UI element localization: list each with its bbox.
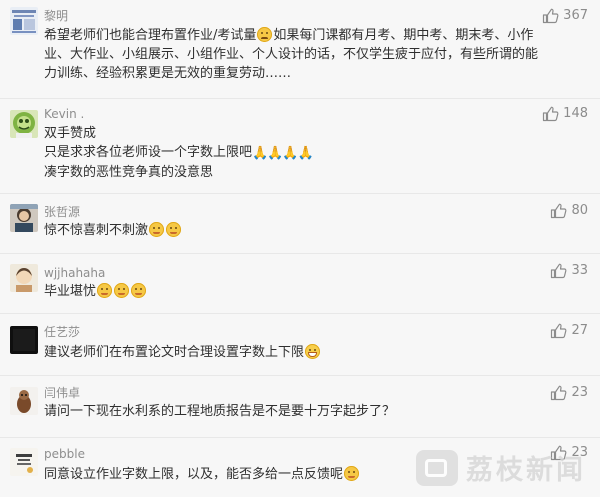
commenter-name[interactable]: pebble <box>44 447 85 461</box>
comment-line: 力训练、经验积累更是无效的重复劳动…… <box>44 66 292 81</box>
comment-item: 黎明 367 希望老师们也能合理布置作业/考试量 如果每门课都有月考、期中考、期末… <box>0 0 600 102</box>
comment-line: 双手赞成 <box>44 126 97 141</box>
thumbs-up-icon <box>551 323 567 339</box>
like-button[interactable]: 33 <box>550 263 588 279</box>
comment-line: 只是求求各位老师设一个字数上限吧🙏🙏🙏🙏 <box>44 145 314 161</box>
like-button[interactable]: 23 <box>550 385 588 401</box>
like-button[interactable]: 367 <box>542 8 588 24</box>
sad-face-icon <box>257 27 273 42</box>
comment-text: 双手赞成 只是求求各位老师设一个字数上限吧🙏🙏🙏🙏 凑字数的恶性竞争真的没意思 <box>44 124 592 182</box>
comment-text: 惊不惊喜刺不刺激 <box>44 221 592 240</box>
thumbs-up-icon <box>543 8 559 24</box>
avatar[interactable] <box>10 387 38 415</box>
grin-face-icon <box>166 222 182 237</box>
comment-line: 凑字数的恶性竞争真的没意思 <box>44 165 214 180</box>
like-count: 80 <box>571 203 588 218</box>
thumbs-up-icon <box>543 106 559 122</box>
commenter-name[interactable]: wjjhahaha <box>44 266 105 280</box>
comment-text: 希望老师们也能合理布置作业/考试量 如果每门课都有月考、期中考、期末考、小作 业、… <box>44 26 592 83</box>
comment-item: 闫伟卓 23 请问一下现在水利系的工程地质报告是不是要十万字起步了？ <box>0 377 600 437</box>
avatar[interactable] <box>10 204 38 232</box>
commenter-name[interactable]: 黎明 <box>44 9 68 23</box>
like-count: 367 <box>563 8 588 23</box>
comment-line: 惊不惊喜刺不刺激 <box>44 221 592 240</box>
comment-item: wjjhahaha 33 毕业堪忧 <box>0 255 600 315</box>
comment-line: 请问一下现在水利系的工程地质报告是不是要十万字起步了？ <box>44 404 396 419</box>
commenter-name[interactable]: 闫伟卓 <box>44 386 80 400</box>
like-count: 148 <box>563 106 588 121</box>
comment-item: 任艺莎 27 建议老师们在布置论文时合理设置字数上下限 <box>0 315 600 376</box>
divider <box>0 193 600 194</box>
avatar[interactable] <box>10 110 38 138</box>
comment-text: 建议老师们在布置论文时合理设置字数上下限 <box>44 343 592 362</box>
comment-line: 希望老师们也能合理布置作业/考试量 如果每门课都有月考、期中考、期末考、小作 <box>44 27 534 43</box>
divider <box>0 375 600 376</box>
thumbs-up-icon <box>551 203 567 219</box>
watermark: 荔枝新闻 <box>416 448 586 487</box>
like-count: 33 <box>571 263 588 278</box>
comment-item: 张哲源 80 惊不惊喜刺不刺激 <box>0 195 600 253</box>
grin-face-icon <box>114 283 130 298</box>
like-count: 27 <box>571 323 588 338</box>
avatar[interactable] <box>10 448 38 476</box>
grin-face-icon <box>97 283 113 298</box>
grin-face-icon <box>149 222 165 237</box>
comment-line: 毕业堪忧 <box>44 282 592 301</box>
like-button[interactable]: 80 <box>550 203 588 219</box>
comment-line: 业、大作业、小组展示、小组作业、个人设计的话，不仅学生疲于应付，有些所谓的能 <box>44 47 539 62</box>
divider <box>0 98 600 99</box>
comment-item: Kevin . 148 双手赞成 只是求求各位老师设一个字数上限吧🙏🙏🙏🙏 凑字… <box>0 100 600 195</box>
divider <box>0 253 600 254</box>
comment-text: 毕业堪忧 <box>44 282 592 301</box>
watermark-text: 荔枝新闻 <box>466 455 586 486</box>
commenter-name[interactable]: 张哲源 <box>44 205 80 219</box>
commenter-name[interactable]: Kevin . <box>44 107 84 121</box>
divider <box>0 437 600 438</box>
comment-text: 请问一下现在水利系的工程地质报告是不是要十万字起步了？ <box>44 402 592 421</box>
commenter-name[interactable]: 任艺莎 <box>44 325 80 339</box>
smile-face-icon <box>305 344 321 359</box>
comment-line: 建议老师们在布置论文时合理设置字数上下限 <box>44 343 592 362</box>
divider <box>0 313 600 314</box>
like-button[interactable]: 148 <box>542 106 588 122</box>
thumbs-up-icon <box>551 385 567 401</box>
avatar[interactable] <box>10 7 38 35</box>
praying-hands-icon: 🙏🙏🙏🙏 <box>252 146 314 161</box>
grin-face-icon <box>131 283 147 298</box>
avatar[interactable] <box>10 264 38 292</box>
brand-logo-icon <box>416 449 458 486</box>
like-button[interactable]: 27 <box>550 323 588 339</box>
thumbs-up-icon <box>551 263 567 279</box>
like-count: 23 <box>571 385 588 400</box>
avatar[interactable] <box>10 326 38 354</box>
laugh-face-icon <box>344 466 360 481</box>
